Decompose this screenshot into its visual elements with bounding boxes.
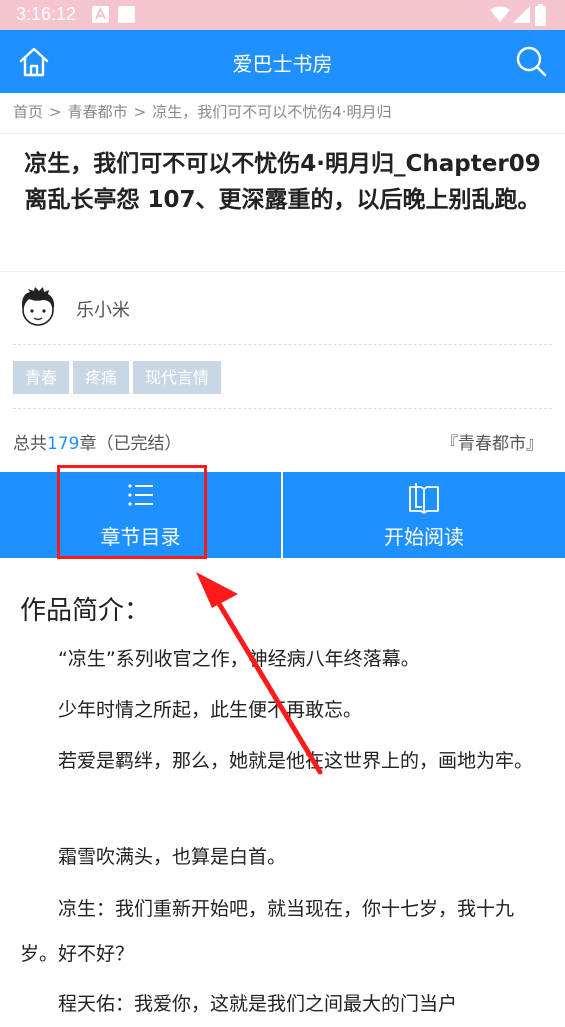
author-avatar bbox=[21, 287, 55, 326]
intro-paragraph: 程天佑：我爱你，这就是我们之间最大的门当户 bbox=[58, 993, 458, 1015]
total-prefix: 总共 bbox=[13, 434, 47, 454]
chapter-total: 总共179章（已完结） bbox=[13, 429, 181, 454]
total-suffix: 章（已完结） bbox=[79, 434, 182, 454]
status-time: 3:16:12 bbox=[16, 4, 77, 24]
app-title: 爱巴士书房 bbox=[232, 52, 333, 76]
intro-paragraph: 凉生：我们重新开始吧，就当现在，你十七岁，我十九岁。好不好？ bbox=[20, 898, 515, 965]
divider bbox=[13, 408, 552, 409]
divider bbox=[0, 271, 565, 272]
intro-paragraph: 少年时情之所起，此生便不再敢忘。 bbox=[58, 699, 363, 721]
intro-paragraph: 若爱是羁绊，那么，她就是他在这世界上的，画地为牢。 bbox=[58, 750, 534, 772]
tag[interactable]: 现代言情 bbox=[133, 361, 222, 394]
status-bar: 3:16:12 bbox=[0, 0, 565, 30]
chapter-count: 179 bbox=[47, 434, 80, 454]
divider bbox=[13, 344, 552, 345]
book-category[interactable]: 『青春都市』 bbox=[441, 429, 543, 454]
breadcrumb: 首页 > 青春都市 > 凉生，我们可不可以不忧伤4·明月归 bbox=[13, 101, 392, 122]
notification-square-icon bbox=[118, 6, 135, 23]
battery-icon bbox=[535, 4, 546, 26]
list-icon bbox=[127, 484, 153, 506]
wifi-icon bbox=[490, 6, 510, 22]
signal-icon bbox=[513, 6, 530, 23]
chapter-list-label: 章节目录 bbox=[100, 525, 181, 549]
intro-paragraph: “凉生”系列收官之作，神经病八年终落幕。 bbox=[58, 648, 420, 670]
book-icon bbox=[409, 483, 439, 514]
intro-heading: 作品简介： bbox=[20, 596, 151, 626]
start-reading-label: 开始阅读 bbox=[384, 525, 464, 549]
breadcrumb-separator: > bbox=[133, 103, 147, 121]
start-reading-button[interactable]: 开始阅读 bbox=[283, 472, 565, 558]
divider bbox=[0, 133, 565, 134]
tag-list: 青春 疼痛 现代言情 bbox=[13, 361, 225, 394]
tag[interactable]: 疼痛 bbox=[73, 361, 130, 394]
chapter-list-button[interactable]: 章节目录 bbox=[0, 472, 281, 558]
top-bar: 爱巴士书房 bbox=[0, 30, 565, 93]
breadcrumb-separator: > bbox=[49, 103, 62, 121]
breadcrumb-current: 凉生，我们可不可以不忧伤4·明月归 bbox=[152, 103, 392, 121]
notification-a-icon bbox=[92, 6, 109, 23]
author-name[interactable]: 乐小米 bbox=[76, 296, 130, 322]
search-icon[interactable] bbox=[515, 45, 547, 77]
book-title: 凉生，我们可不可以不忧伤4·明月归_Chapter09 离乱长亭怨 107、更深… bbox=[24, 151, 541, 213]
breadcrumb-category[interactable]: 青春都市 bbox=[68, 103, 128, 121]
breadcrumb-home[interactable]: 首页 bbox=[13, 103, 43, 121]
tag[interactable]: 青春 bbox=[13, 361, 70, 394]
intro-paragraph: 霜雪吹满头，也算是白首。 bbox=[58, 846, 287, 868]
